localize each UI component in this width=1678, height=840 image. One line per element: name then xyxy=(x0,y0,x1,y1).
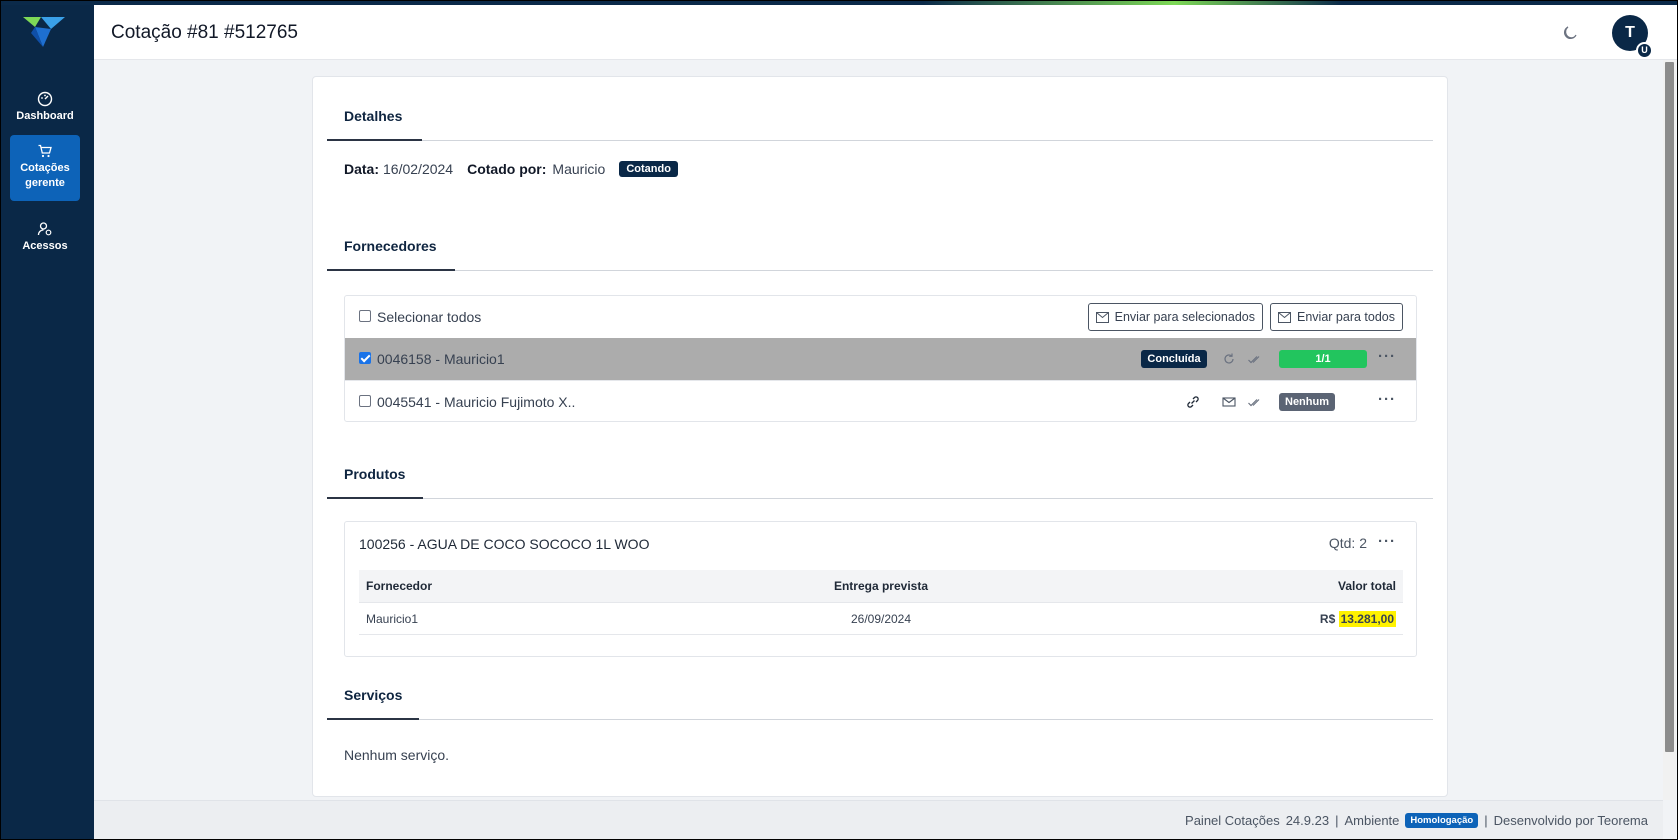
status-badge: Nenhum xyxy=(1279,393,1335,411)
environment-badge: Homologação xyxy=(1405,813,1479,828)
section-title-produtos: Produtos xyxy=(344,466,406,482)
send-selected-button[interactable]: Enviar para selecionados xyxy=(1087,303,1263,331)
supplier-name: 0046158 - Mauricio1 xyxy=(377,351,505,367)
section-title-servicos: Serviços xyxy=(344,687,403,703)
footer-info: Painel Cotações 24.9.23 | Ambiente Homol… xyxy=(1185,813,1648,828)
envelope-icon[interactable] xyxy=(1221,394,1237,410)
product-title: 100256 - AGUA DE COCO SOCOCO 1L WOO xyxy=(359,536,650,552)
supplier-checkbox[interactable] xyxy=(359,395,371,407)
scrollbar-thumb[interactable] xyxy=(1665,62,1674,752)
product-table: Fornecedor Entrega prevista Valor total … xyxy=(359,570,1403,635)
delivery-date-cell: 26/09/2024 xyxy=(850,612,912,626)
select-all-row: Selecionar todos Enviar para selecionado… xyxy=(345,296,1416,338)
footer-separator: | xyxy=(1484,813,1488,828)
sidebar-item-label: Cotações xyxy=(20,162,70,174)
page-scrollbar[interactable] xyxy=(1663,60,1676,800)
details-row: Data: 16/02/2024 Cotado por: Mauricio Co… xyxy=(344,161,678,177)
suppliers-list: Selecionar todos Enviar para selecionado… xyxy=(344,295,1417,422)
supplier-checkbox[interactable] xyxy=(359,352,371,364)
product-quantity: Qtd: 2 xyxy=(1328,535,1367,551)
sidebar-item-label: Dashboard xyxy=(16,110,74,122)
cart-icon xyxy=(38,144,52,158)
sidebar-item-acessos[interactable]: Acessos xyxy=(10,213,80,257)
user-gear-icon xyxy=(37,222,52,236)
refresh-icon[interactable] xyxy=(1221,351,1237,367)
app-frame: Dashboard Cotações gerente Acessos Cotaç… xyxy=(0,0,1678,840)
column-header: Valor total xyxy=(1337,579,1396,593)
divider xyxy=(327,140,1433,141)
supplier-name: 0045541 - Mauricio Fujimoto X.. xyxy=(377,394,576,410)
dark-mode-moon-icon[interactable] xyxy=(1561,24,1579,42)
footer-separator: | xyxy=(1335,813,1339,828)
empty-services-text: Nenhum serviço. xyxy=(344,747,450,763)
logo-icon xyxy=(23,17,65,47)
send-selected-label: Enviar para selecionados xyxy=(1114,310,1255,324)
table-row: Mauricio1 26/09/2024 R$ 13.281,00 xyxy=(359,602,1403,635)
divider xyxy=(327,719,1433,720)
section-underline xyxy=(327,269,455,271)
section-underline xyxy=(327,718,419,720)
sidebar: Dashboard Cotações gerente Acessos xyxy=(1,1,94,839)
supplier-row[interactable]: 0045541 - Mauricio Fujimoto X.. Nenhum ·… xyxy=(345,380,1416,422)
quotation-card: Detalhes Data: 16/02/2024 Cotado por: Ma… xyxy=(312,76,1448,797)
select-all-label[interactable]: Selecionar todos xyxy=(377,309,481,325)
section-underline xyxy=(327,139,422,141)
status-badge: Cotando xyxy=(619,161,678,177)
supplier-row[interactable]: 0046158 - Mauricio1 Concluída 1/1 ··· xyxy=(345,338,1416,380)
section-underline xyxy=(327,497,423,499)
more-options-icon[interactable]: ··· xyxy=(1378,391,1396,408)
footer-env-label: Ambiente xyxy=(1344,813,1400,828)
section-title-fornecedores: Fornecedores xyxy=(344,238,437,254)
double-check-icon[interactable] xyxy=(1247,351,1263,367)
quoted-by-value: Mauricio xyxy=(552,161,606,177)
top-header: Cotação #81 #512765 T U xyxy=(94,5,1677,60)
footer-app-name: Painel Cotações xyxy=(1185,813,1280,828)
date-value: 16/02/2024 xyxy=(383,161,454,177)
sidebar-item-label: Acessos xyxy=(22,240,68,252)
total-value-cell: R$ 13.281,00 xyxy=(1319,611,1396,627)
sidebar-item-dashboard[interactable]: Dashboard xyxy=(10,83,80,127)
quoted-by-label: Cotado por: xyxy=(467,161,547,177)
double-check-icon[interactable] xyxy=(1247,394,1263,410)
currency-symbol: R$ xyxy=(1319,612,1336,626)
status-badge: Concluída xyxy=(1141,350,1207,368)
divider xyxy=(327,270,1433,271)
send-all-label: Enviar para todos xyxy=(1297,310,1395,324)
footer-developer: Desenvolvido por Teorema xyxy=(1493,813,1648,828)
link-icon[interactable] xyxy=(1185,394,1201,410)
avatar-badge: U xyxy=(1636,42,1653,59)
section-title-detalhes: Detalhes xyxy=(344,108,403,124)
page-title: Cotação #81 #512765 xyxy=(111,22,298,43)
sidebar-item-cotacoes-gerente[interactable]: Cotações gerente xyxy=(10,135,80,201)
column-header: Entrega prevista xyxy=(833,579,929,593)
footer: Painel Cotações 24.9.23 | Ambiente Homol… xyxy=(94,800,1663,839)
table-header: Fornecedor Entrega prevista Valor total xyxy=(359,570,1403,602)
date-label: Data: xyxy=(344,161,380,177)
sidebar-item-label: gerente xyxy=(25,177,65,189)
envelope-plus-icon xyxy=(1095,311,1109,323)
more-options-icon[interactable]: ··· xyxy=(1378,348,1396,365)
top-progress-line xyxy=(1,1,1677,5)
select-all-checkbox[interactable] xyxy=(359,310,371,322)
divider xyxy=(327,498,1433,499)
progress-badge: 1/1 xyxy=(1279,350,1367,368)
envelope-icon xyxy=(1278,311,1292,323)
send-all-button[interactable]: Enviar para todos xyxy=(1270,303,1403,331)
product-card: 100256 - AGUA DE COCO SOCOCO 1L WOO Qtd:… xyxy=(344,521,1417,657)
more-options-icon[interactable]: ··· xyxy=(1378,533,1396,550)
dashboard-gauge-icon xyxy=(37,91,53,107)
total-value-highlight: 13.281,00 xyxy=(1338,611,1396,627)
footer-version: 24.9.23 xyxy=(1285,813,1330,828)
